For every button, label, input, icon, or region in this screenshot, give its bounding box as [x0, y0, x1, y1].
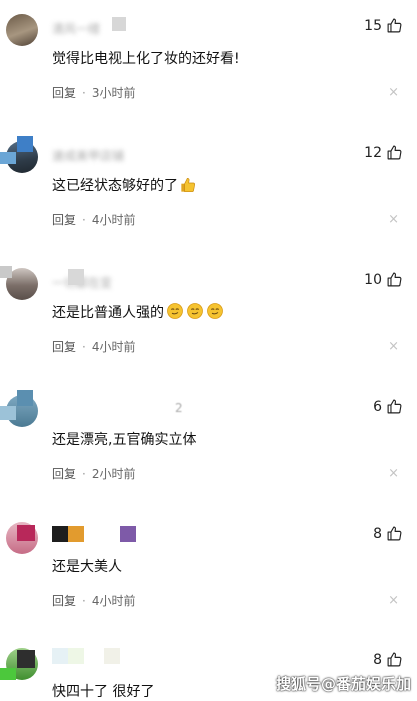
- like-button[interactable]: 10: [364, 271, 403, 288]
- close-icon[interactable]: ×: [388, 85, 399, 100]
- pixelated-avatar-block: [0, 266, 12, 278]
- timestamp: 4小时前: [91, 340, 136, 354]
- close-icon[interactable]: ×: [388, 593, 399, 608]
- pixelated-username-block: [52, 526, 68, 542]
- smirk-emoji-icon: [187, 303, 203, 319]
- comment-text-content: 这已经状态够好的了: [52, 178, 178, 194]
- comment-text: 还是比普通人强的: [52, 302, 224, 322]
- timestamp: 2小时前: [91, 467, 136, 481]
- pixelated-avatar-block: [0, 152, 16, 164]
- separator-dot: ·: [82, 594, 86, 608]
- pixelated-avatar-block: [0, 406, 16, 420]
- thumbs-up-icon: [387, 145, 402, 160]
- close-icon[interactable]: ×: [388, 339, 399, 354]
- thumbs-up-emoji-icon: [181, 177, 196, 193]
- pixelated-avatar-block: [0, 668, 16, 680]
- pixelated-username-block: [52, 648, 68, 664]
- pixelated-avatar-block: [17, 136, 33, 152]
- thumbs-up-icon: [387, 399, 402, 414]
- timestamp: 3小时前: [91, 86, 136, 100]
- pixelated-avatar-block: [17, 525, 35, 541]
- reply-button[interactable]: 回复: [52, 467, 76, 481]
- like-button[interactable]: 12: [364, 144, 403, 161]
- separator-dot: ·: [82, 467, 86, 481]
- comment-meta: 回复 · 3小时前: [52, 84, 135, 101]
- thumbs-up-icon: [387, 272, 402, 287]
- close-icon[interactable]: ×: [388, 212, 399, 227]
- pixelated-username-block: [120, 526, 136, 542]
- comment-text-content: 还是比普通人强的: [52, 305, 164, 321]
- like-count: 12: [364, 144, 382, 161]
- pixelated-avatar-block: [17, 390, 33, 406]
- pixelated-username-block: [68, 648, 84, 664]
- comment-item: 一切都在变 还是比普通人强的 回复·4小时前 10 ×: [0, 254, 417, 380]
- like-button[interactable]: 15: [364, 17, 403, 34]
- like-count: 10: [364, 271, 382, 288]
- like-count: 15: [364, 17, 382, 34]
- separator-dot: ·: [82, 213, 86, 227]
- comment-text: 快四十了 很好了: [52, 684, 155, 700]
- comment-item: 速成美甲店铺 这已经状态够好的了 回复 · 4小时前 12 ×: [0, 127, 417, 253]
- like-count: 8: [373, 525, 382, 542]
- like-button[interactable]: 6: [373, 398, 403, 415]
- pixelated-avatar-block: [17, 650, 35, 668]
- like-button[interactable]: 8: [373, 525, 403, 542]
- comment-text: 觉得比电视上化了妆的还好看!: [52, 51, 240, 67]
- smirk-emoji-icon: [207, 303, 223, 319]
- comment-item: 2 还是漂亮,五官确实立体 回复 · 2小时前 6 ×: [0, 381, 417, 507]
- username[interactable]: 2: [175, 401, 183, 415]
- comment-item: 还是大美人 回复 · 4小时前 8 ×: [0, 508, 417, 634]
- thumbs-up-icon: [387, 526, 402, 541]
- reply-button[interactable]: 回复: [52, 594, 76, 608]
- timestamp: 4小时前: [91, 594, 136, 608]
- separator-dot: ·: [82, 340, 86, 354]
- comment-meta: 回复 · 2小时前: [52, 465, 135, 482]
- timestamp: 4小时前: [91, 213, 136, 227]
- pixelated-username-block: [68, 269, 84, 285]
- like-button[interactable]: 8: [373, 651, 403, 668]
- like-count: 6: [373, 398, 382, 415]
- close-icon[interactable]: ×: [388, 466, 399, 481]
- separator-dot: ·: [82, 86, 86, 100]
- comment-meta: 回复 · 4小时前: [52, 592, 135, 609]
- pixelated-username-block: [68, 526, 84, 542]
- thumbs-up-icon: [387, 652, 402, 667]
- pixelated-username-block: [112, 17, 126, 31]
- username[interactable]: 清风一缕: [52, 20, 100, 37]
- pixelated-username-block: [104, 648, 120, 664]
- comment-item: 清风一缕 觉得比电视上化了妆的还好看! 回复 · 3小时前 15 ×: [0, 0, 417, 126]
- reply-button[interactable]: 回复: [52, 213, 76, 227]
- comment-text: 还是大美人: [52, 559, 122, 575]
- source-watermark: 搜狐号@番茄娱乐加: [275, 675, 411, 693]
- comment-meta: 回复 · 4小时前: [52, 338, 135, 355]
- comment-text: 这已经状态够好的了: [52, 175, 196, 195]
- comment-text: 还是漂亮,五官确实立体: [52, 432, 197, 448]
- smirk-emoji-icon: [167, 303, 183, 319]
- avatar[interactable]: [6, 14, 38, 46]
- reply-button[interactable]: 回复: [52, 86, 76, 100]
- reply-button[interactable]: 回复: [52, 340, 76, 354]
- comment-meta: 回复 · 4小时前: [52, 211, 135, 228]
- thumbs-up-icon: [387, 18, 402, 33]
- username[interactable]: 速成美甲店铺: [52, 147, 124, 164]
- like-count: 8: [373, 651, 382, 668]
